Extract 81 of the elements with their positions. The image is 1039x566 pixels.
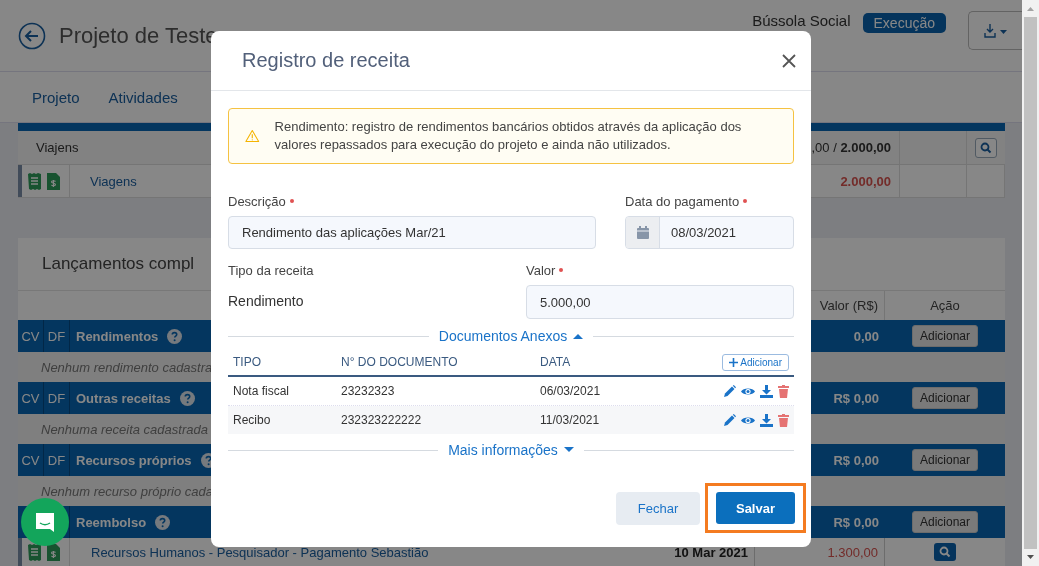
- table-cell-text: Recibo: [233, 413, 272, 427]
- column-header: Valor (R$): [819, 298, 878, 313]
- download-icon: [982, 22, 1009, 39]
- dialog-title: Registro de receita: [242, 49, 410, 72]
- alert-text: Rendimento: registro de rendimentos bancários obtidos através da aplicação dos valores repassados para execução do projeto e ainda não utilizados.: [274, 118, 743, 154]
- field-label: Data do pagamento: [625, 193, 740, 209]
- category-name: Recursos próprios: [76, 452, 192, 468]
- entry-link[interactable]: Recursos Humanos - Pesquisador - Pagamento Sebastião: [91, 544, 429, 560]
- code-label: CV: [21, 390, 40, 406]
- field-label: Descrição: [228, 193, 286, 209]
- code-label: DF: [47, 452, 66, 468]
- calendar-icon: [636, 226, 649, 239]
- organization-name: Bússola Social: [752, 12, 851, 29]
- search-button[interactable]: [975, 137, 997, 158]
- more-info-toggle[interactable]: Mais informações: [448, 442, 574, 458]
- empty-message: Nenhuma receita cadastrada: [41, 421, 208, 437]
- field-label: Tipo da receita: [228, 262, 314, 278]
- category-total: R$ 0,00: [833, 514, 879, 530]
- budget-amount: 2.000,00: [840, 173, 891, 189]
- download-icon[interactable]: [760, 384, 773, 398]
- receipt-icon[interactable]: [28, 172, 41, 190]
- table-cell-text: Nota fiscal: [233, 384, 291, 398]
- add-button[interactable]: Adicionar: [912, 511, 978, 533]
- table-cell-text: 232323222222: [341, 413, 423, 427]
- category-total: R$ 0,00: [833, 452, 879, 468]
- nav-tab[interactable]: Atividades: [108, 84, 178, 110]
- add-attachment-button[interactable]: Adicionar: [722, 353, 789, 371]
- field-label: Valor: [526, 262, 556, 278]
- amount-field[interactable]: 5.000,00: [526, 285, 794, 319]
- add-button[interactable]: Adicionar: [912, 449, 978, 471]
- attachments-toggle[interactable]: Documentos Anexos: [438, 328, 584, 344]
- caret-icon: [573, 333, 584, 339]
- dollar-document-icon[interactable]: [47, 172, 60, 190]
- trash-icon[interactable]: [778, 384, 789, 398]
- column-header: DATA: [540, 355, 572, 369]
- budget-amount: ,00 / 2.000,00: [811, 140, 891, 155]
- entry-date: 10 Mar 2021: [674, 544, 748, 560]
- close-icon[interactable]: [782, 53, 796, 68]
- category-total: 0,00: [853, 328, 879, 344]
- close-button[interactable]: Fechar: [616, 491, 700, 525]
- download-icon[interactable]: [760, 413, 773, 427]
- status-badge: Execução: [862, 12, 946, 33]
- column-header: Ação: [930, 298, 960, 313]
- description-field[interactable]: Rendimento das aplicações Mar/21: [228, 216, 596, 249]
- pencil-icon[interactable]: [723, 413, 736, 427]
- entry-amount: 1.300,00: [827, 544, 878, 560]
- category-name: Reembolso: [76, 514, 147, 530]
- column-header: TIPO: [233, 355, 262, 369]
- date-field[interactable]: 08/03/2021: [625, 216, 794, 249]
- budget-group-label: Viajens: [36, 140, 79, 155]
- category-total: R$ 0,00: [833, 390, 879, 406]
- receipt-icon[interactable]: [28, 543, 41, 561]
- trash-icon[interactable]: [778, 413, 789, 427]
- search-icon: [939, 546, 951, 558]
- table-cell-text: 06/03/2021: [540, 384, 602, 398]
- chat-button[interactable]: [21, 498, 69, 546]
- add-button[interactable]: Adicionar: [912, 387, 978, 409]
- scrollbar[interactable]: [1022, 0, 1039, 566]
- category-name: Outras receitas: [76, 390, 171, 406]
- add-button[interactable]: Adicionar: [912, 325, 978, 347]
- save-button[interactable]: Salvar: [716, 492, 795, 524]
- category-name: Rendimentos: [76, 328, 159, 344]
- code-label: DF: [47, 390, 66, 406]
- code-label: DF: [47, 328, 66, 344]
- search-icon: [980, 141, 992, 154]
- empty-message: Nenhum rendimento cadastra: [41, 359, 213, 375]
- table-cell-text: 23232323: [341, 384, 396, 398]
- code-label: CV: [21, 452, 40, 468]
- column-header: N° DO DOCUMENTO: [341, 355, 459, 369]
- nav-tab[interactable]: Projeto: [32, 84, 80, 110]
- back-icon[interactable]: [18, 21, 46, 50]
- caret-icon: [563, 447, 574, 453]
- pencil-icon[interactable]: [723, 384, 736, 398]
- budget-item-link[interactable]: Viagens: [90, 173, 137, 189]
- section-title: Lançamentos compl: [42, 254, 195, 274]
- plus-icon: [729, 357, 739, 367]
- code-label: CV: [21, 328, 40, 344]
- export-button[interactable]: [968, 11, 1022, 50]
- table-cell-text: 11/03/2021: [540, 413, 601, 427]
- search-button[interactable]: [934, 543, 956, 561]
- revenue-type-value: Rendimento: [228, 293, 305, 309]
